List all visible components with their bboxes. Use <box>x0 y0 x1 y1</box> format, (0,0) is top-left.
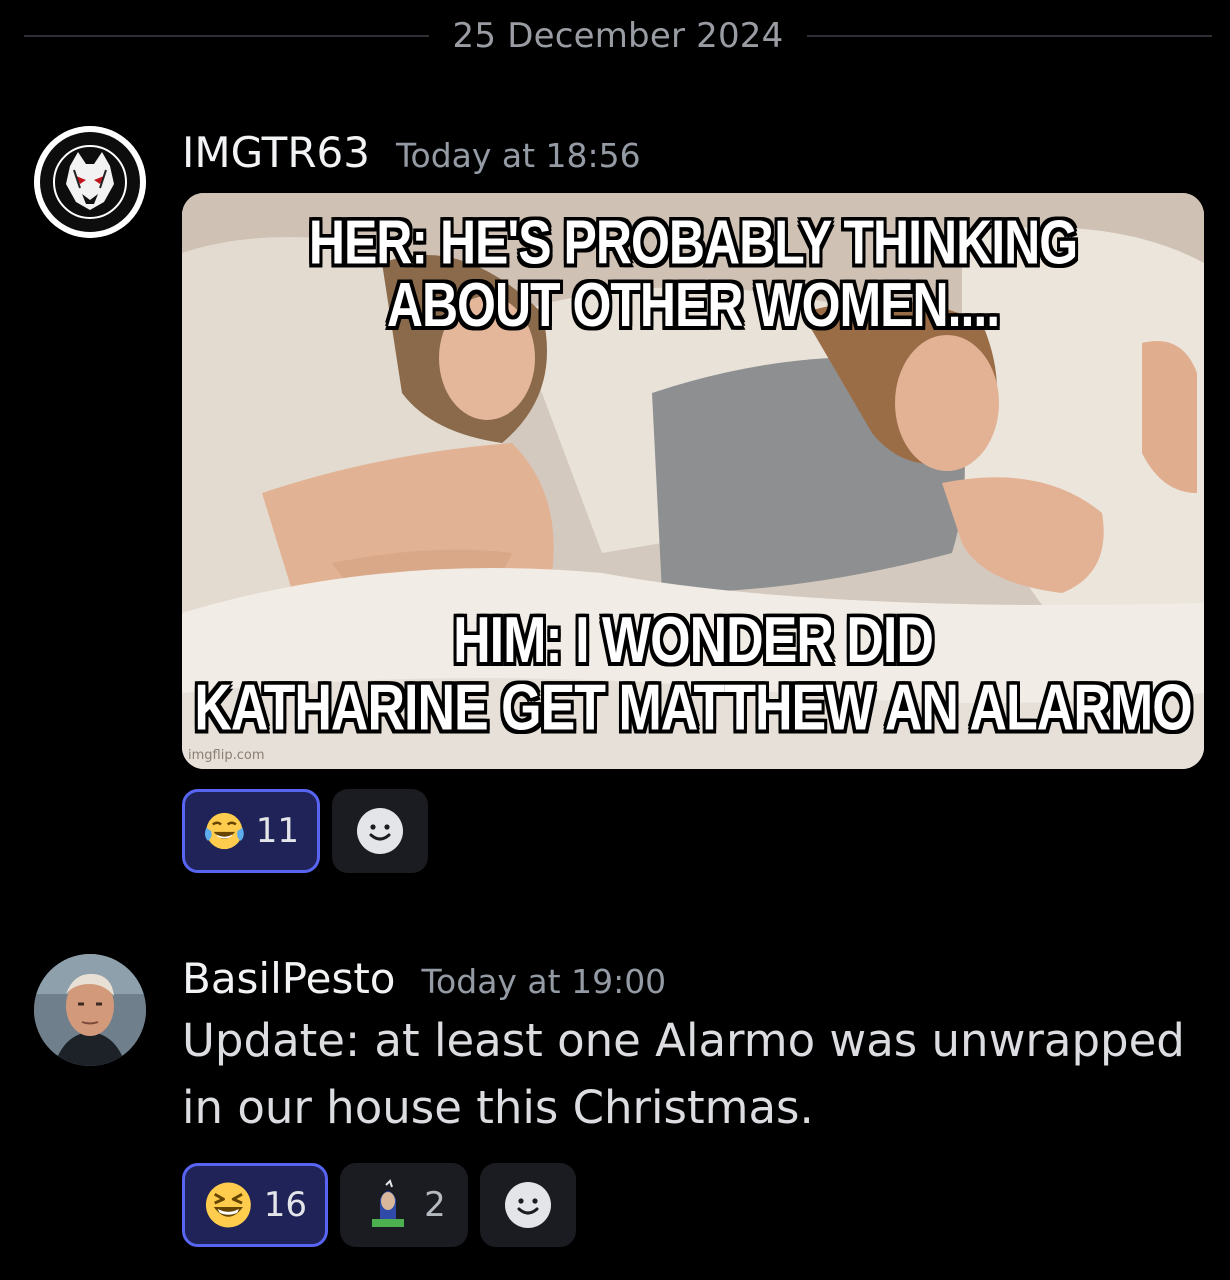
reaction-bar: 11 <box>182 789 1204 873</box>
timestamp: Today at 18:56 <box>395 136 641 175</box>
reaction-joy[interactable]: 11 <box>182 789 320 873</box>
avatar[interactable] <box>34 126 146 238</box>
timestamp: Today at 19:00 <box>421 962 667 1001</box>
date-divider: 25 December 2024 <box>24 14 1213 58</box>
date-label: 25 December 2024 <box>452 16 784 56</box>
add-reaction-button[interactable] <box>480 1163 576 1247</box>
username[interactable]: BasilPesto <box>182 954 396 1003</box>
reaction-laughing[interactable]: 16 <box>182 1163 328 1247</box>
top-caption-line-1: HER: HE'S PROBABLY THINKING <box>308 207 1078 278</box>
smiley-add-reaction-icon <box>505 1182 551 1228</box>
man-photo-avatar-icon <box>34 954 146 1066</box>
meme-top-caption: HER: HE'S PROBABLY THINKING ABOUT OTHER … <box>182 211 1204 336</box>
meme-image[interactable]: HER: HE'S PROBABLY THINKING ABOUT OTHER … <box>182 193 1204 769</box>
smiley-add-reaction-icon <box>357 808 403 854</box>
divider-line-left <box>24 35 429 37</box>
reaction-custom[interactable]: 2 <box>340 1163 468 1247</box>
avatar[interactable] <box>34 954 146 1066</box>
bottom-caption-line-1: HIM: I WONDER DID <box>453 604 934 677</box>
reaction-count: 11 <box>255 811 299 851</box>
reaction-count: 2 <box>424 1185 446 1225</box>
username[interactable]: IMGTR63 <box>182 128 370 177</box>
laughing-emoji-icon <box>205 1182 251 1228</box>
add-reaction-button[interactable] <box>332 789 428 873</box>
bottom-caption-line-2: KATHARINE GET MATTHEW AN ALARMO <box>194 672 1192 745</box>
meme-bottom-caption: HIM: I WONDER DID KATHARINE GET MATTHEW … <box>182 607 1204 742</box>
custom-character-emoji-icon <box>372 1179 405 1227</box>
top-caption-line-2: ABOUT OTHER WOMEN.... <box>386 269 1000 340</box>
reaction-bar: 16 2 <box>182 1163 1204 1247</box>
message-text: Update: at least one Alarmo was unwrappe… <box>182 1014 1185 1134</box>
reaction-count: 16 <box>263 1185 307 1225</box>
wolf-logo-avatar-icon <box>34 126 146 238</box>
imgflip-watermark: imgflip.com <box>188 748 265 763</box>
joy-emoji-icon <box>204 812 244 850</box>
divider-line-right <box>807 35 1213 37</box>
